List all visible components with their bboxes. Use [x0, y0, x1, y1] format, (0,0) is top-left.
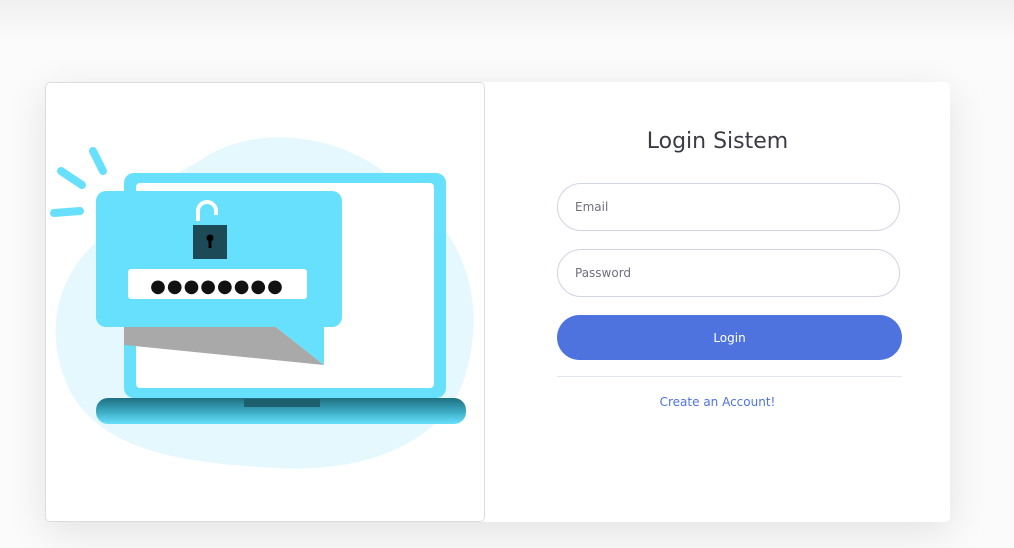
create-account-link[interactable]: Create an Account! — [485, 395, 950, 409]
login-form-panel: Login Sistem Login Create an Account! — [485, 82, 950, 522]
laptop-password-illustration: ●●●●●●●● — [50, 137, 474, 469]
login-button[interactable]: Login — [557, 315, 902, 360]
email-field[interactable] — [557, 183, 900, 231]
spark-lines-icon — [50, 147, 107, 217]
page-title: Login Sistem — [646, 129, 789, 154]
login-card: ●●●●●●●● Login Sistem Login Create an Ac… — [45, 82, 950, 522]
illustration-panel: ●●●●●●●● — [45, 82, 485, 522]
password-mask-text: ●●●●●●●● — [150, 276, 284, 297]
divider — [557, 376, 902, 377]
password-field[interactable] — [557, 249, 900, 297]
